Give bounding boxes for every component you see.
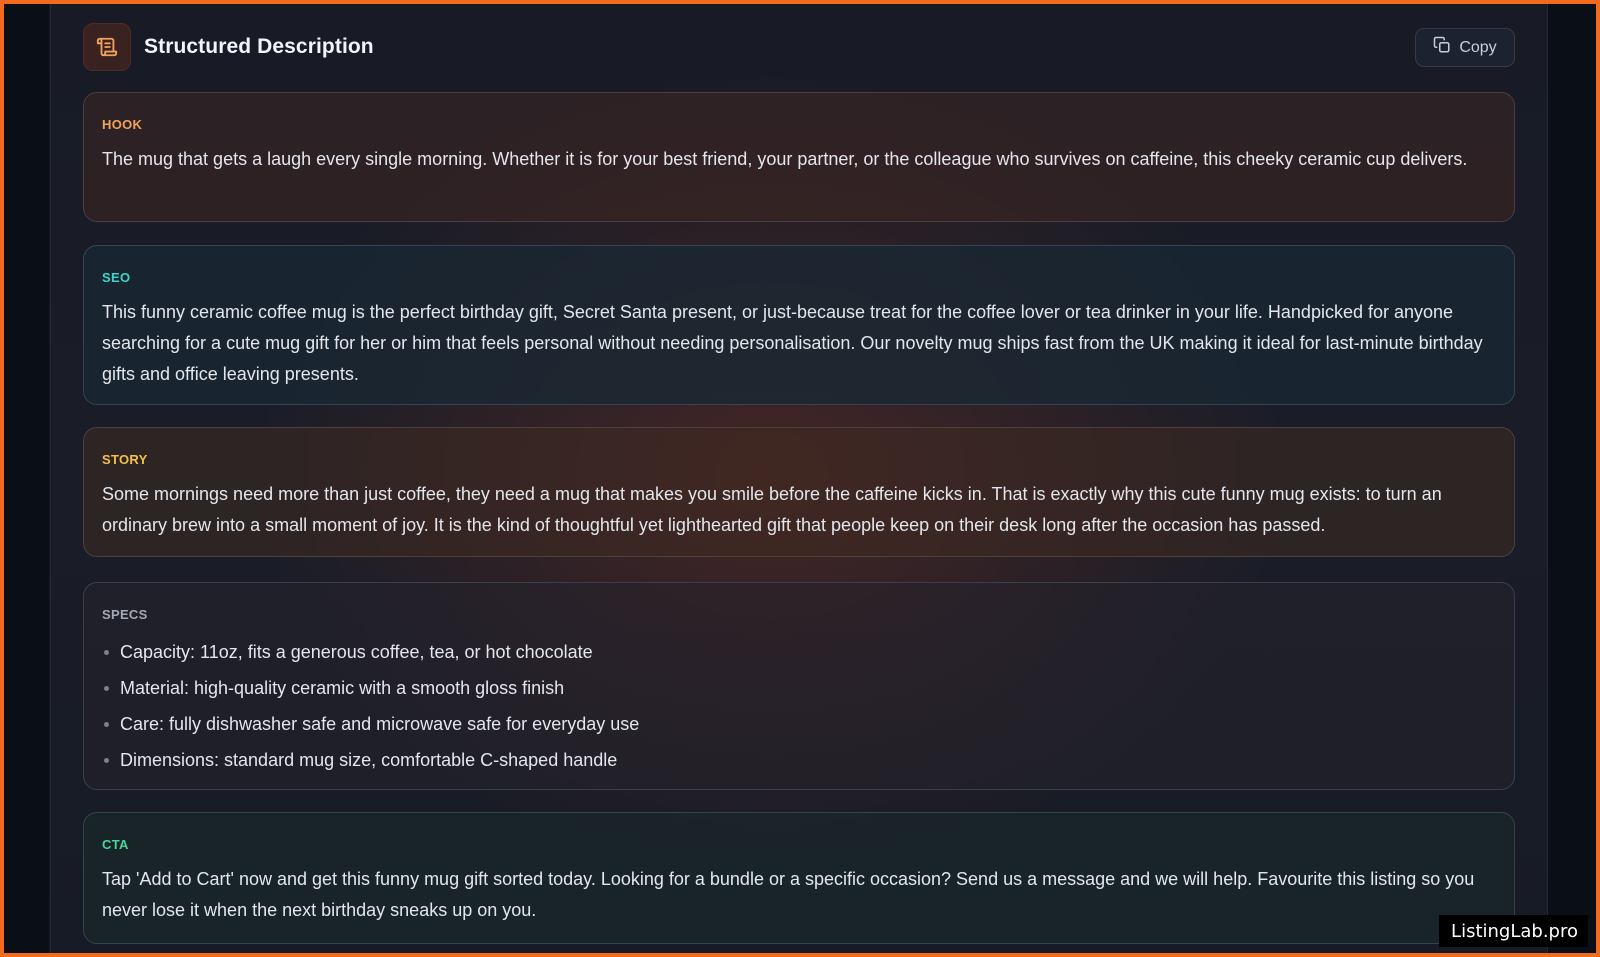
seo-section: SEO This funny ceramic coffee mug is the… (83, 245, 1515, 405)
panel-title: Structured Description (144, 35, 374, 58)
copy-button[interactable]: Copy (1415, 28, 1515, 67)
story-text: Some mornings need more than just coffee… (102, 484, 1442, 535)
specs-item: Dimensions: standard mug size, comfortab… (102, 742, 1496, 778)
hook-label: HOOK (102, 117, 143, 132)
specs-list: Capacity: 11oz, fits a generous coffee, … (102, 634, 1496, 778)
watermark: ListingLab.pro (1439, 915, 1588, 947)
cta-section: CTA Tap 'Add to Cart' now and get this f… (83, 812, 1515, 944)
story-label: STORY (102, 452, 148, 467)
cta-label: CTA (102, 837, 129, 852)
specs-label: SPECS (102, 607, 148, 622)
specs-item: Capacity: 11oz, fits a generous coffee, … (102, 634, 1496, 670)
specs-item: Material: high-quality ceramic with a sm… (102, 670, 1496, 706)
specs-item: Care: fully dishwasher safe and microwav… (102, 706, 1496, 742)
hook-text: The mug that gets a laugh every single m… (102, 149, 1468, 169)
structured-description-panel: Structured Description Copy HOOK The mug… (50, 4, 1548, 953)
hook-section: HOOK The mug that gets a laugh every sin… (83, 92, 1515, 222)
story-section: STORY Some mornings need more than just … (83, 427, 1515, 557)
cta-text: Tap 'Add to Cart' now and get this funny… (102, 869, 1475, 920)
panel-header: Structured Description Copy (83, 22, 1515, 72)
seo-text: This funny ceramic coffee mug is the per… (102, 302, 1483, 384)
seo-label: SEO (102, 270, 131, 285)
screenshot-frame: Structured Description Copy HOOK The mug… (0, 0, 1600, 957)
copy-icon (1433, 36, 1451, 59)
copy-button-label: Copy (1459, 38, 1497, 56)
specs-section: SPECS Capacity: 11oz, fits a generous co… (83, 582, 1515, 790)
scroll-icon (83, 23, 131, 71)
